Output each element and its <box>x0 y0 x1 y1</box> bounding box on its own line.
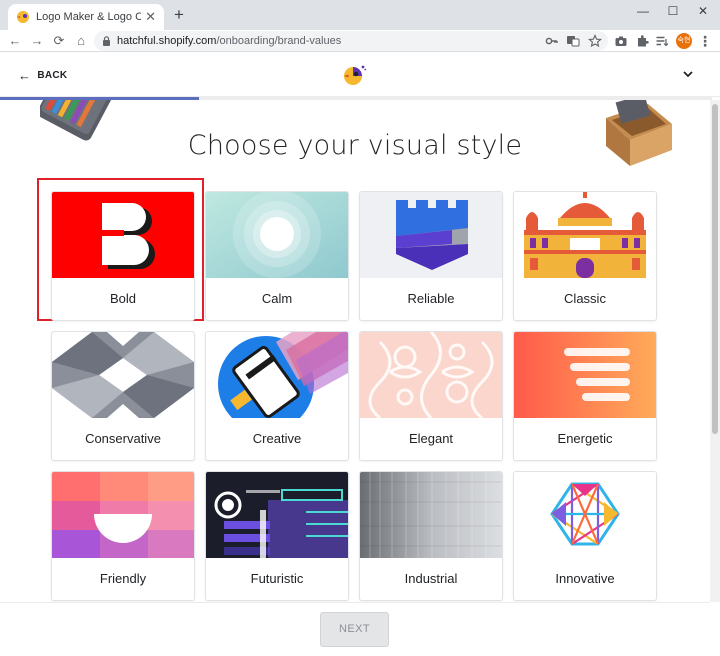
style-label: Friendly <box>99 571 147 586</box>
style-label: Creative <box>252 431 302 446</box>
browser-tab[interactable]: Logo Maker & Logo Creator - F ✕ <box>8 4 164 30</box>
futuristic-style-thumbnail <box>206 472 348 558</box>
style-card-calm[interactable]: Calm <box>205 191 349 321</box>
calm-style-thumbnail <box>206 192 348 278</box>
tab-close-icon[interactable]: ✕ <box>145 9 156 25</box>
elegant-style-thumbnail <box>360 332 502 418</box>
style-label: Innovative <box>555 571 615 586</box>
browser-tab-strip: Logo Maker & Logo Creator - F ✕ + — ☐ ✕ <box>0 0 720 30</box>
url-path: /onboarding/brand-values <box>216 35 342 47</box>
style-card-futuristic[interactable]: Futuristic <box>205 471 349 601</box>
style-label: Classic <box>564 291 606 306</box>
classic-style-thumbnail <box>514 192 656 278</box>
chevron-down-icon[interactable] <box>682 68 694 80</box>
lock-icon <box>103 36 110 46</box>
scrollbar-thumb[interactable] <box>712 104 718 434</box>
hatchful-logo-icon <box>344 65 367 85</box>
style-label: Reliable <box>407 291 455 306</box>
style-picker[interactable]: Choose your visual style Bold Calm Relia… <box>0 100 710 602</box>
tab-title: Logo Maker & Logo Creator - F <box>36 11 142 23</box>
style-label: Calm <box>261 291 293 306</box>
style-label: Futuristic <box>250 571 304 586</box>
bookmark-star-icon[interactable] <box>588 34 602 48</box>
style-label: Energetic <box>557 431 613 446</box>
back-label: BACK <box>37 70 68 81</box>
style-card-conservative[interactable]: Conservative <box>51 331 195 461</box>
back-button[interactable]: ← BACK <box>18 68 67 83</box>
style-card-energetic[interactable]: Energetic <box>513 331 657 461</box>
app-header: ← BACK <box>0 53 720 97</box>
window-close-icon[interactable]: ✕ <box>688 0 718 22</box>
style-card-industrial[interactable]: Industrial <box>359 471 503 601</box>
industrial-style-thumbnail <box>360 472 502 558</box>
style-label: Conservative <box>85 431 161 446</box>
innovative-style-thumbnail <box>514 472 656 558</box>
new-tab-icon[interactable]: + <box>170 6 188 24</box>
forward-nav-icon[interactable]: → <box>28 32 46 50</box>
friendly-style-thumbnail <box>52 472 194 558</box>
style-card-friendly[interactable]: Friendly <box>51 471 195 601</box>
minimize-icon[interactable]: — <box>628 0 658 22</box>
style-card-creative[interactable]: Creative <box>205 331 349 461</box>
page-scrollbar[interactable] <box>710 100 720 602</box>
home-icon[interactable]: ⌂ <box>72 32 90 50</box>
profile-avatar[interactable]: 숙현 <box>676 33 692 49</box>
browser-menu-icon[interactable]: ⋮ <box>698 34 712 48</box>
style-card-bold[interactable]: Bold <box>51 191 195 321</box>
page-title: Choose your visual style <box>187 130 523 161</box>
style-card-reliable[interactable]: Reliable <box>359 191 503 321</box>
style-card-innovative[interactable]: Innovative <box>513 471 657 601</box>
energetic-style-thumbnail <box>514 332 656 418</box>
reading-list-icon[interactable] <box>655 34 669 48</box>
browser-toolbar: ← → ⟳ ⌂ hatchful.shopify.com/onboarding/… <box>0 30 720 52</box>
key-icon[interactable] <box>545 34 559 48</box>
hatchful-favicon-icon <box>17 11 29 23</box>
style-card-classic[interactable]: Classic <box>513 191 657 321</box>
translate-icon[interactable] <box>566 34 580 48</box>
url-domain: hatchful.shopify.com <box>117 35 217 47</box>
style-card-elegant[interactable]: Elegant <box>359 331 503 461</box>
reload-icon[interactable]: ⟳ <box>50 32 68 50</box>
footer-bar: NEXT <box>0 602 710 656</box>
style-label: Bold <box>109 291 137 306</box>
camera-icon[interactable] <box>614 34 628 48</box>
back-nav-icon[interactable]: ← <box>6 32 24 50</box>
reliable-style-thumbnail <box>360 192 502 278</box>
conservative-style-thumbnail <box>52 332 194 418</box>
extensions-icon[interactable] <box>635 34 649 48</box>
maximize-icon[interactable]: ☐ <box>658 0 688 22</box>
arrow-left-icon: ← <box>18 68 32 83</box>
creative-style-thumbnail <box>206 332 348 418</box>
style-label: Elegant <box>408 431 454 446</box>
bold-style-thumbnail <box>52 192 194 278</box>
style-label: Industrial <box>404 571 458 586</box>
address-bar[interactable]: hatchful.shopify.com/onboarding/brand-va… <box>94 31 608 51</box>
next-button[interactable]: NEXT <box>320 612 389 647</box>
